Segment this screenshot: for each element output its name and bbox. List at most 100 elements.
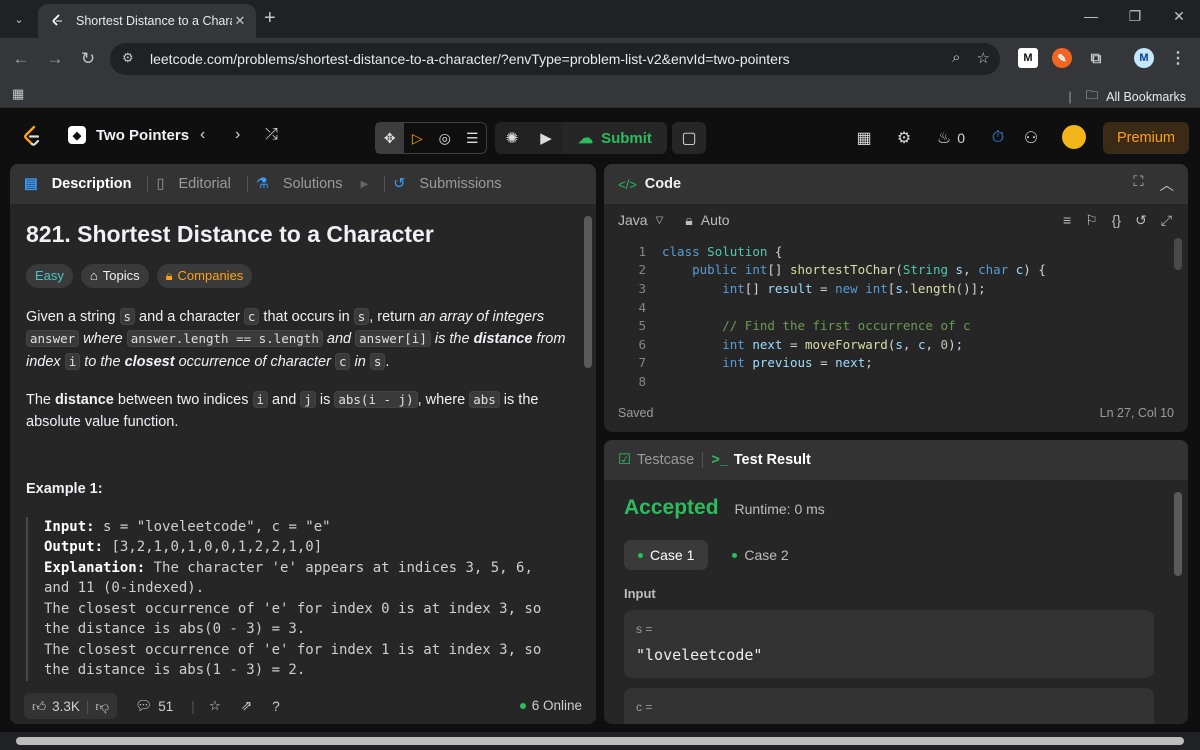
case-tabs: Case 1 Case 2 (624, 540, 803, 570)
close-window-icon[interactable]: ✕ (1168, 8, 1190, 25)
random-problem-icon[interactable]: ⤮ (265, 126, 278, 144)
tab-editorial[interactable]: ▯ Editorial (156, 176, 238, 192)
thumbs-down-icon[interactable]: 👎︎ (95, 698, 109, 715)
tab-submissions[interactable]: ↺ Submissions (393, 176, 509, 192)
topics-chip[interactable]: ⌂ Topics (80, 263, 149, 288)
debug-icon[interactable]: ✺ (495, 122, 529, 154)
url-text[interactable]: leetcode.com/problems/shortest-distance-… (150, 51, 790, 67)
layout-grid-icon[interactable]: ▦ (854, 123, 874, 153)
case-1-tab[interactable]: Case 1 (624, 540, 709, 570)
pass-dot (732, 552, 738, 558)
tab-solutions[interactable]: ⚗ Solutions ▶ (256, 176, 376, 192)
problem-title[interactable]: 821. Shortest Distance to a Character (26, 223, 566, 246)
leetcode-logo-icon[interactable] (22, 125, 42, 147)
site-info-icon[interactable]: ⚙ (122, 50, 140, 68)
apps-grid-icon[interactable]: ▦ (12, 86, 24, 102)
code-editor[interactable]: 1 class Solution { 2 public int[] shortes… (604, 242, 1188, 391)
format-icon[interactable]: ≡ (1063, 212, 1071, 229)
timer-icon[interactable]: ⏱ (986, 123, 1010, 153)
close-tab-icon[interactable]: ✕ (232, 13, 248, 29)
tab-description[interactable]: ▤ Description (24, 176, 139, 192)
prev-problem-icon[interactable]: ‹ (200, 126, 205, 144)
add-user-icon[interactable]: ⚇ (1018, 123, 1044, 153)
input-c-box: c = (624, 688, 1154, 724)
premium-button[interactable]: Premium (1103, 122, 1189, 154)
notes-button[interactable]: ▢ (672, 122, 706, 154)
profile-avatar[interactable]: M (1134, 48, 1154, 68)
var-s-value[interactable]: "loveleetcode" (636, 646, 1142, 664)
companies-chip[interactable]: 🔒︎ Companies (156, 263, 253, 288)
companies-label: Companies (177, 267, 244, 283)
minimize-icon[interactable]: — (1080, 8, 1102, 24)
settings-sliders-icon[interactable]: ☰ (459, 123, 487, 153)
address-bar[interactable]: ⚙ leetcode.com/problems/shortest-distanc… (110, 43, 1000, 75)
code-line: 2 public int[] shortestToChar(String s, … (638, 262, 1046, 278)
video-play-icon: ▶ (360, 178, 369, 190)
problem-list-button[interactable]: ◆ Two Pointers (68, 126, 189, 144)
submit-button[interactable]: ☁ Submit (563, 122, 667, 154)
description-tabs: ▤ Description ▯ Editorial ⚗ Solutions ▶ … (10, 164, 596, 204)
browser-tab[interactable]: Shortest Distance to a Character ✕ (38, 4, 256, 38)
zoom-icon[interactable]: ⌕ (952, 49, 960, 67)
user-avatar[interactable] (1062, 125, 1086, 149)
browser-tabstrip: ⌄ Shortest Distance to a Character ✕ + —… (0, 0, 1200, 38)
maximize-icon[interactable]: ⛶ (1133, 174, 1143, 195)
browser-menu-icon[interactable]: ⋮ (1168, 48, 1188, 68)
tab-divider (147, 176, 149, 192)
help-icon[interactable]: ? (272, 699, 280, 714)
back-icon[interactable]: ← (10, 48, 32, 70)
code-line: 4 (638, 299, 646, 315)
case-2-tab[interactable]: Case 2 (718, 540, 802, 570)
forward-icon[interactable]: → (44, 48, 66, 70)
bookmark-star-icon[interactable]: ☆ (977, 49, 990, 67)
next-problem-icon[interactable]: › (235, 126, 240, 144)
tab-search-icon[interactable]: ⌄ (8, 8, 30, 30)
play-outline-icon[interactable]: ▷ (404, 123, 432, 153)
like-count: 3.3K (52, 698, 80, 714)
collapse-icon[interactable]: ︿ (1160, 174, 1175, 195)
run-button[interactable]: ▶ (529, 122, 563, 154)
move-layout-icon[interactable]: ✥ (376, 123, 404, 153)
thumbs-up-icon[interactable]: 👍︎ (32, 698, 46, 715)
scrollbar-thumb[interactable] (16, 737, 1184, 745)
all-bookmarks-button[interactable]: | 🗀 All Bookmarks (1068, 86, 1186, 107)
restore-icon[interactable]: ❐ (1124, 8, 1146, 25)
lock-icon: 🔒︎ (685, 211, 693, 228)
layout-tools: ✥ ▷ ◎ ☰ (375, 122, 487, 154)
code-line: 3 int[] result = new int[s.length()]; (638, 280, 986, 296)
editor-scrollbar[interactable] (1174, 238, 1182, 270)
reload-icon[interactable]: ↻ (77, 48, 99, 70)
tab-testcase[interactable]: ☑ Testcase (618, 452, 694, 468)
reset-icon[interactable]: ↺ (1135, 212, 1147, 229)
leetcode-header: ◆ Two Pointers ‹ › ⤮ ✥ ▷ ◎ ☰ ✺ ▶ ☁ Submi… (0, 108, 1200, 162)
page-horizontal-scrollbar[interactable] (0, 732, 1200, 750)
divider: | (191, 698, 195, 714)
settings-gear-icon[interactable]: ⚙ (893, 123, 915, 153)
braces-icon[interactable]: {} (1112, 212, 1121, 229)
chevron-down-icon[interactable]: ▽ (656, 215, 664, 226)
comment-icon: 💬︎ (135, 698, 153, 713)
auto-mode-label[interactable]: Auto (701, 212, 730, 228)
example-block: Input: s = "loveleetcode", c = "e" Outpu… (26, 516, 566, 681)
runtime-label: Runtime: 0 ms (734, 501, 825, 517)
code-line: 7 int previous = next; (638, 355, 873, 371)
document-icon: ▤ (24, 176, 38, 192)
new-tab-icon[interactable]: + (264, 8, 276, 28)
hide-eye-icon[interactable]: ◎ (431, 123, 459, 153)
tab-test-result[interactable]: >_ Test Result (711, 452, 811, 468)
description-scrollbar[interactable] (584, 216, 592, 368)
expand-icon[interactable]: ⤢ (1161, 212, 1172, 229)
leetcode-favicon-icon (52, 14, 62, 26)
result-scrollbar[interactable] (1174, 492, 1182, 576)
streak-button[interactable]: ♨ 0 (933, 123, 969, 153)
code-line: 5 // Find the first occurrence of c (638, 318, 971, 334)
extensions-puzzle-icon[interactable]: ⧉ (1086, 48, 1106, 68)
extension-orange-icon[interactable]: ✎ (1052, 48, 1072, 68)
language-select[interactable]: Java (618, 212, 648, 228)
code-brackets-icon: </> (618, 176, 637, 192)
bookmark-icon[interactable]: ⚐ (1085, 212, 1098, 229)
share-icon[interactable]: ⇗ (241, 698, 252, 714)
comments-button[interactable]: 💬︎ 51 (127, 693, 181, 719)
favorite-star-icon[interactable]: ☆ (209, 698, 221, 714)
medium-extension-icon[interactable]: M (1018, 48, 1038, 68)
